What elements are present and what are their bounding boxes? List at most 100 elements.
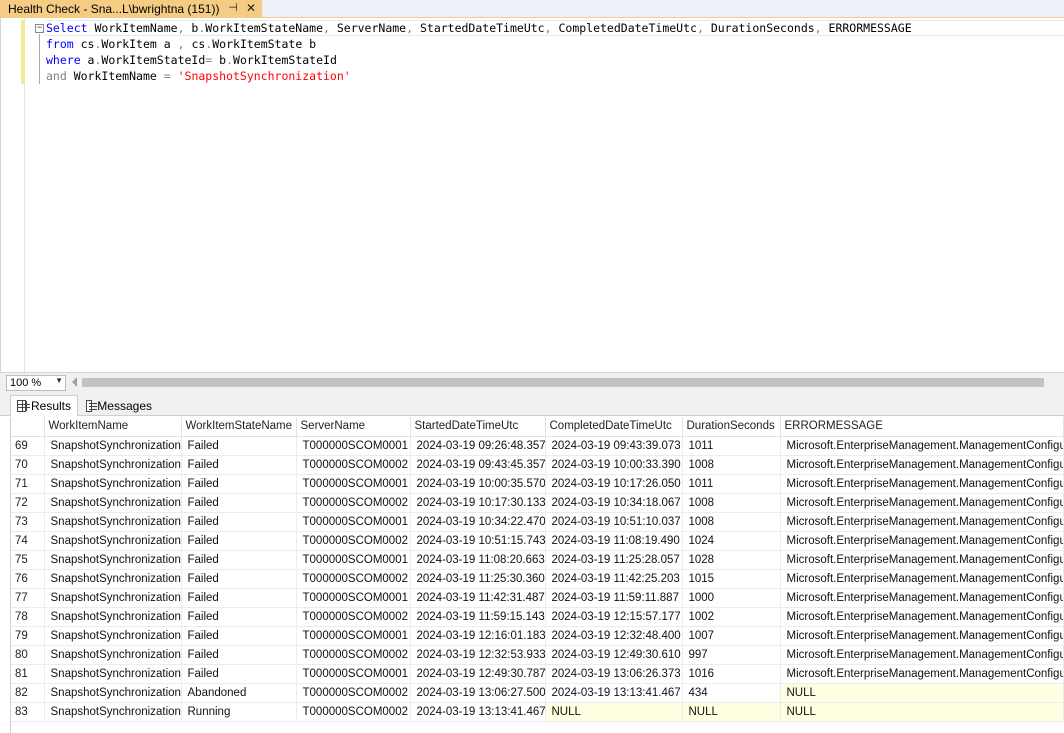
table-cell[interactable]: 2024-03-19 09:43:39.073 bbox=[545, 436, 683, 456]
pin-icon[interactable]: ⊣ bbox=[226, 1, 240, 15]
table-cell[interactable]: SnapshotSynchronization bbox=[44, 436, 182, 456]
column-header[interactable]: CompletedDateTimeUtc bbox=[545, 417, 683, 437]
row-number-cell[interactable]: 80 bbox=[11, 645, 45, 665]
table-cell[interactable]: 1024 bbox=[682, 531, 781, 551]
table-row[interactable]: 76 SnapshotSynchronization Failed T000000SC… bbox=[11, 569, 1064, 589]
table-cell[interactable]: 2024-03-19 10:34:18.067 bbox=[545, 493, 683, 513]
chevron-down-icon[interactable]: ▼ bbox=[55, 376, 63, 385]
results-grid-container[interactable]: WorkItemName WorkItemStateName ServerName S… bbox=[10, 417, 1064, 733]
table-cell[interactable]: 1008 bbox=[682, 493, 781, 513]
zoom-select[interactable]: 100 % ▼ bbox=[6, 375, 66, 391]
table-cell[interactable]: Failed bbox=[181, 493, 297, 513]
table-cell[interactable]: Failed bbox=[181, 645, 297, 665]
table-cell[interactable]: NULL bbox=[682, 702, 781, 722]
table-cell[interactable]: 2024-03-19 11:25:28.057 bbox=[545, 550, 683, 570]
row-number-cell[interactable]: 81 bbox=[11, 664, 45, 684]
table-row[interactable]: 75 SnapshotSynchronization Failed T000000SC… bbox=[11, 550, 1064, 570]
table-row[interactable]: 80 SnapshotSynchronization Failed T000000SC… bbox=[11, 645, 1064, 665]
results-grid[interactable]: WorkItemName WorkItemStateName ServerName S… bbox=[11, 417, 1064, 722]
row-number-cell[interactable]: 79 bbox=[11, 626, 45, 646]
collapse-icon[interactable]: − bbox=[35, 24, 44, 33]
table-cell[interactable]: T000000SCOM0002 bbox=[296, 607, 411, 627]
table-cell[interactable]: 2024-03-19 11:42:31.487 bbox=[410, 588, 546, 608]
table-cell[interactable]: Failed bbox=[181, 626, 297, 646]
table-row[interactable]: 83 SnapshotSynchronization Running T000000S… bbox=[11, 702, 1064, 722]
code-line[interactable]: Select WorkItemName, b.WorkItemStateName… bbox=[46, 20, 912, 36]
row-number-cell[interactable]: 70 bbox=[11, 455, 45, 475]
query-editor[interactable]: − Select WorkItemName, b.WorkItemStateNa… bbox=[0, 18, 1064, 372]
table-cell[interactable]: SnapshotSynchronization bbox=[44, 569, 182, 589]
table-cell[interactable]: 1007 bbox=[682, 626, 781, 646]
table-cell[interactable]: Microsoft.EnterpriseManagement.Managemen… bbox=[780, 512, 1064, 532]
table-row[interactable]: 82 SnapshotSynchronization Abandoned T00000… bbox=[11, 683, 1064, 703]
row-number-cell[interactable]: 76 bbox=[11, 569, 45, 589]
table-row[interactable]: 74 SnapshotSynchronization Failed T000000SC… bbox=[11, 531, 1064, 551]
table-cell[interactable]: 2024-03-19 10:51:10.037 bbox=[545, 512, 683, 532]
table-cell[interactable]: SnapshotSynchronization bbox=[44, 493, 182, 513]
row-number-cell[interactable]: 83 bbox=[11, 702, 45, 722]
close-icon[interactable]: ✕ bbox=[244, 1, 258, 15]
horizontal-scrollbar[interactable] bbox=[82, 378, 1044, 387]
table-cell[interactable]: Microsoft.EnterpriseManagement.Managemen… bbox=[780, 455, 1064, 475]
table-cell[interactable]: Microsoft.EnterpriseManagement.Managemen… bbox=[780, 607, 1064, 627]
table-cell[interactable]: T000000SCOM0002 bbox=[296, 645, 411, 665]
table-cell[interactable]: T000000SCOM0002 bbox=[296, 683, 411, 703]
table-cell[interactable]: T000000SCOM0002 bbox=[296, 455, 411, 475]
row-number-cell[interactable]: 74 bbox=[11, 531, 45, 551]
table-cell[interactable]: 2024-03-19 13:06:26.373 bbox=[545, 664, 683, 684]
table-cell[interactable]: Microsoft.EnterpriseManagement.Managemen… bbox=[780, 664, 1064, 684]
table-cell[interactable]: 2024-03-19 11:08:20.663 bbox=[410, 550, 546, 570]
table-cell[interactable]: SnapshotSynchronization bbox=[44, 702, 182, 722]
table-cell[interactable]: T000000SCOM0001 bbox=[296, 626, 411, 646]
table-cell[interactable]: 2024-03-19 12:32:53.933 bbox=[410, 645, 546, 665]
table-cell[interactable]: Microsoft.EnterpriseManagement.Managemen… bbox=[780, 569, 1064, 589]
table-cell[interactable]: 2024-03-19 12:32:48.400 bbox=[545, 626, 683, 646]
table-cell[interactable]: 2024-03-19 11:59:11.887 bbox=[545, 588, 683, 608]
table-cell[interactable]: T000000SCOM0002 bbox=[296, 569, 411, 589]
table-cell[interactable]: SnapshotSynchronization bbox=[44, 512, 182, 532]
row-number-cell[interactable]: 77 bbox=[11, 588, 45, 608]
table-cell[interactable]: 2024-03-19 10:00:33.390 bbox=[545, 455, 683, 475]
row-number-cell[interactable]: 75 bbox=[11, 550, 45, 570]
table-cell[interactable]: SnapshotSynchronization bbox=[44, 683, 182, 703]
table-cell[interactable]: NULL bbox=[780, 683, 1064, 703]
table-cell[interactable]: 2024-03-19 10:17:30.133 bbox=[410, 493, 546, 513]
table-cell[interactable]: T000000SCOM0001 bbox=[296, 550, 411, 570]
table-cell[interactable]: 2024-03-19 12:49:30.787 bbox=[410, 664, 546, 684]
table-cell[interactable]: Running bbox=[181, 702, 297, 722]
table-cell[interactable]: 2024-03-19 11:08:19.490 bbox=[545, 531, 683, 551]
table-cell[interactable]: 434 bbox=[682, 683, 781, 703]
table-cell[interactable]: Microsoft.EnterpriseManagement.Managemen… bbox=[780, 626, 1064, 646]
row-number-cell[interactable]: 78 bbox=[11, 607, 45, 627]
tab-messages[interactable]: Messages bbox=[80, 395, 158, 416]
table-cell[interactable]: Failed bbox=[181, 531, 297, 551]
table-cell[interactable]: 1008 bbox=[682, 455, 781, 475]
column-header[interactable]: ERRORMESSAGE bbox=[780, 417, 1064, 437]
table-cell[interactable]: Microsoft.EnterpriseManagement.Managemen… bbox=[780, 493, 1064, 513]
table-cell[interactable]: SnapshotSynchronization bbox=[44, 531, 182, 551]
table-cell[interactable]: SnapshotSynchronization bbox=[44, 474, 182, 494]
table-cell[interactable]: 2024-03-19 13:13:41.467 bbox=[410, 702, 546, 722]
query-tab[interactable]: Health Check - Sna...L\bwrightna (151)) … bbox=[0, 0, 262, 18]
table-row[interactable]: 77 SnapshotSynchronization Failed T000000SC… bbox=[11, 588, 1064, 608]
table-cell[interactable]: 1000 bbox=[682, 588, 781, 608]
table-cell[interactable]: 2024-03-19 11:25:30.360 bbox=[410, 569, 546, 589]
table-cell[interactable]: 1011 bbox=[682, 436, 781, 456]
table-cell[interactable]: 2024-03-19 12:15:57.177 bbox=[545, 607, 683, 627]
table-cell[interactable]: T000000SCOM0002 bbox=[296, 493, 411, 513]
table-cell[interactable]: 1016 bbox=[682, 664, 781, 684]
table-cell[interactable]: T000000SCOM0001 bbox=[296, 474, 411, 494]
tab-results[interactable]: Results bbox=[10, 395, 78, 416]
code-line[interactable]: where a.WorkItemStateId= b.WorkItemState… bbox=[46, 52, 337, 68]
table-cell[interactable]: Failed bbox=[181, 607, 297, 627]
table-cell[interactable]: 2024-03-19 13:06:27.500 bbox=[410, 683, 546, 703]
table-row[interactable]: 71 SnapshotSynchronization Failed T000000SC… bbox=[11, 474, 1064, 494]
table-cell[interactable]: NULL bbox=[780, 702, 1064, 722]
table-cell[interactable]: Microsoft.EnterpriseManagement.Managemen… bbox=[780, 474, 1064, 494]
table-cell[interactable]: T000000SCOM0001 bbox=[296, 588, 411, 608]
row-number-cell[interactable]: 73 bbox=[11, 512, 45, 532]
table-cell[interactable]: 2024-03-19 10:17:26.050 bbox=[545, 474, 683, 494]
table-cell[interactable]: T000000SCOM0001 bbox=[296, 512, 411, 532]
table-cell[interactable]: 1015 bbox=[682, 569, 781, 589]
row-number-cell[interactable]: 72 bbox=[11, 493, 45, 513]
